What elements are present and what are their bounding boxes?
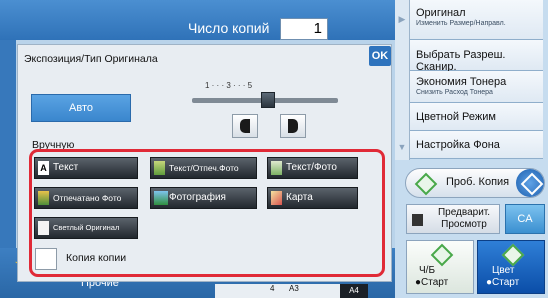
type-text-photo-button[interactable]: Текст/Фото bbox=[267, 157, 358, 179]
scroll-up-icon[interactable]: ▶ bbox=[397, 10, 407, 28]
type-text-printed-photo-button[interactable]: Текст/Отпеч.Фото bbox=[150, 157, 257, 179]
start-diamond-icon bbox=[430, 243, 454, 267]
type-printed-photo-button[interactable]: Отпечатано Фото bbox=[34, 187, 138, 209]
copies-label: Число копий bbox=[188, 20, 270, 36]
map-icon bbox=[271, 191, 282, 205]
copy-of-copy-checkbox[interactable] bbox=[35, 248, 57, 270]
exposure-decrease-button[interactable] bbox=[232, 114, 258, 138]
photo-icon bbox=[154, 191, 168, 205]
exposure-increase-button[interactable] bbox=[280, 114, 306, 138]
paper-tray-4: 4 bbox=[270, 284, 275, 293]
preview-button[interactable]: Предварит. Просмотр bbox=[406, 204, 500, 234]
light-original-icon bbox=[38, 221, 49, 235]
text-printed-photo-icon bbox=[154, 161, 165, 175]
text-photo-icon bbox=[271, 161, 282, 175]
ok-button[interactable]: OK bbox=[369, 46, 391, 66]
exposure-slider-knob[interactable] bbox=[261, 92, 275, 108]
copy-of-copy-label: Копия копии bbox=[66, 252, 127, 264]
scan-resolution-button[interactable]: Выбрать Разреш. Сканир. bbox=[410, 40, 543, 73]
type-text-button[interactable]: A Текст bbox=[34, 157, 138, 179]
preview-icon bbox=[412, 214, 423, 226]
scroll-down-icon[interactable]: ▼ bbox=[397, 138, 407, 156]
auto-button[interactable]: Авто bbox=[31, 94, 131, 122]
toner-save-button[interactable]: Экономия Тонера Снизить Расход Тонера bbox=[410, 71, 543, 103]
background-adjust-button[interactable]: Настройка Фона bbox=[410, 131, 543, 159]
clear-all-button[interactable]: CA bbox=[505, 204, 545, 234]
paper-tray-a4: A4 bbox=[340, 284, 368, 298]
right-panel-scrollbar[interactable]: ▶ ▼ bbox=[395, 0, 410, 160]
type-map-button[interactable]: Карта bbox=[267, 187, 358, 209]
printed-photo-icon bbox=[38, 191, 49, 205]
type-photo-button[interactable]: Фотография bbox=[150, 187, 257, 209]
color-mode-button[interactable]: Цветной Режим bbox=[410, 103, 543, 131]
bw-start-button[interactable]: Ч/Б ●Старт bbox=[406, 240, 474, 294]
paper-tray-strip bbox=[215, 284, 340, 298]
color-start-button[interactable]: Цвет ●Старт bbox=[477, 240, 545, 294]
type-light-original-button[interactable]: Светлый Оригинал bbox=[34, 217, 138, 239]
dialog-title: Экспозиция/Тип Оригинала bbox=[24, 53, 158, 65]
paper-tray-a3: A3 bbox=[289, 284, 299, 293]
text-icon: A bbox=[38, 161, 49, 175]
darker-icon bbox=[288, 119, 298, 133]
start-diamond-icon bbox=[414, 172, 438, 196]
lighter-icon bbox=[240, 119, 250, 133]
original-button[interactable]: Оригинал Изменить Размер/Направл. bbox=[410, 0, 543, 40]
proof-copy-button[interactable]: Проб. Копия bbox=[405, 168, 545, 198]
exposure-scale: 1 · · · 3 · · · 5 bbox=[205, 81, 253, 90]
exposure-dialog: Экспозиция/Тип Оригинала OK Авто Вручную… bbox=[17, 44, 392, 282]
copies-input[interactable]: 1 bbox=[280, 18, 328, 40]
start-diamond-icon bbox=[501, 243, 525, 267]
